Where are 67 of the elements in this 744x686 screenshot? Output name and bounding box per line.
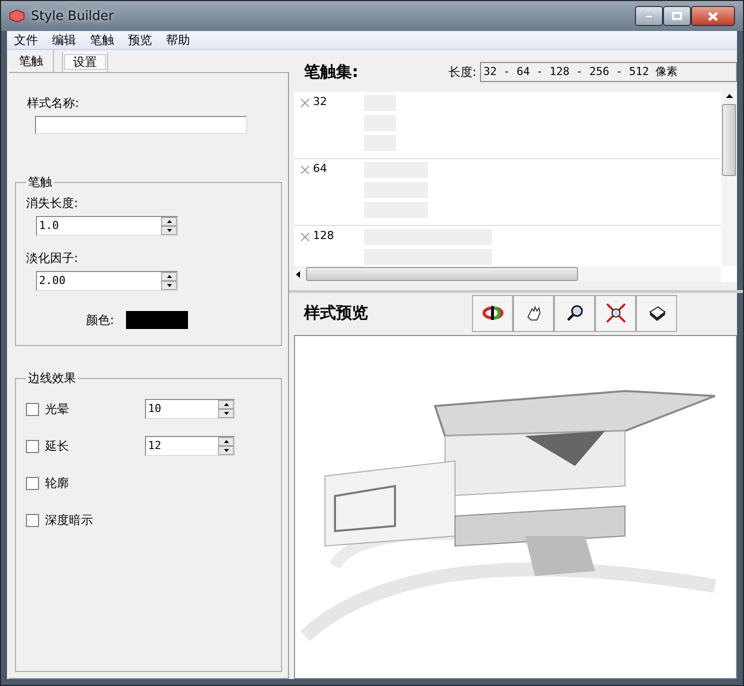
checkbox-label: 延长 <box>45 438 70 454</box>
maximize-button[interactable] <box>663 6 691 26</box>
stroke-size: 128 <box>313 229 334 244</box>
app-logo-icon <box>9 9 25 23</box>
display-button[interactable] <box>636 294 677 332</box>
magnifier-icon <box>564 303 584 323</box>
stroke-icon <box>300 232 310 242</box>
section-title: 笔触集: <box>304 62 358 82</box>
menu-item[interactable]: 文件 <box>7 31 45 49</box>
minimize-button[interactable] <box>635 6 663 26</box>
up-arrow-icon <box>224 440 228 443</box>
stroke-row[interactable]: 64 <box>294 159 721 226</box>
checkbox-label: 深度暗示 <box>45 512 94 528</box>
horizontal-scrollbar[interactable] <box>294 266 721 282</box>
zoom-extents-icon <box>604 302 626 324</box>
pan-button[interactable] <box>513 294 554 332</box>
tab[interactable]: 设置 <box>62 52 108 72</box>
down-arrow-icon <box>166 229 172 232</box>
number-spinner[interactable]: 10 <box>145 399 235 419</box>
orbit-button[interactable] <box>472 294 513 332</box>
zoom-extents-button[interactable] <box>595 294 636 332</box>
eraser-icon <box>646 304 666 322</box>
stroke-icon <box>300 165 310 175</box>
length-field[interactable]: 32 - 64 - 128 - 256 - 512 像素 <box>480 62 737 82</box>
checkbox-label: 轮廓 <box>45 474 70 492</box>
down-arrow-icon <box>224 449 228 452</box>
field-label: 样式名称: <box>27 95 80 112</box>
checkbox[interactable] <box>26 514 39 526</box>
number-spinner[interactable]: 1.0 <box>36 216 178 236</box>
close-icon <box>708 12 718 20</box>
field-label: 消失长度: <box>26 195 80 212</box>
section-title: 样式预览 <box>304 302 368 324</box>
stroke-size: 64 <box>313 162 327 177</box>
up-arrow-icon <box>166 220 172 223</box>
up-arrow-icon <box>224 403 228 406</box>
menu-item[interactable]: 编辑 <box>45 31 83 49</box>
menu-item[interactable]: 笔触 <box>83 31 121 49</box>
menu-item[interactable]: 帮助 <box>159 31 197 49</box>
menu-item[interactable]: 预览 <box>121 31 159 49</box>
length-label: 长度: <box>448 64 476 80</box>
field-label: 淡化因子: <box>26 250 80 267</box>
zoom-button[interactable] <box>554 294 595 332</box>
style-name-field[interactable] <box>35 116 247 134</box>
minimize-icon <box>645 14 653 18</box>
stroke-row[interactable]: 32 <box>294 92 721 159</box>
group-title: 边线效果 <box>27 370 77 387</box>
close-button[interactable] <box>691 6 735 26</box>
stroke-icon <box>300 98 310 108</box>
color-swatch[interactable] <box>126 311 188 329</box>
window-title: Style Builder <box>31 8 114 24</box>
checkbox[interactable] <box>26 440 39 452</box>
color-label: 颜色: <box>86 312 114 328</box>
orbit-icon <box>482 303 504 323</box>
down-arrow-icon <box>224 412 228 415</box>
scroll-left-icon[interactable] <box>294 270 302 278</box>
scroll-up-icon[interactable] <box>726 92 732 100</box>
vertical-scrollbar[interactable] <box>721 92 737 266</box>
checkbox-label: 光晕 <box>45 400 70 418</box>
up-arrow-icon <box>166 275 172 278</box>
number-spinner[interactable]: 12 <box>145 436 235 456</box>
stroke-size: 32 <box>313 95 327 110</box>
group-title: 笔触 <box>27 174 53 191</box>
checkbox[interactable] <box>26 402 39 416</box>
checkbox[interactable] <box>26 476 39 490</box>
maximize-icon <box>672 12 682 20</box>
number-spinner[interactable]: 2.00 <box>36 271 178 291</box>
down-arrow-icon <box>166 284 172 287</box>
